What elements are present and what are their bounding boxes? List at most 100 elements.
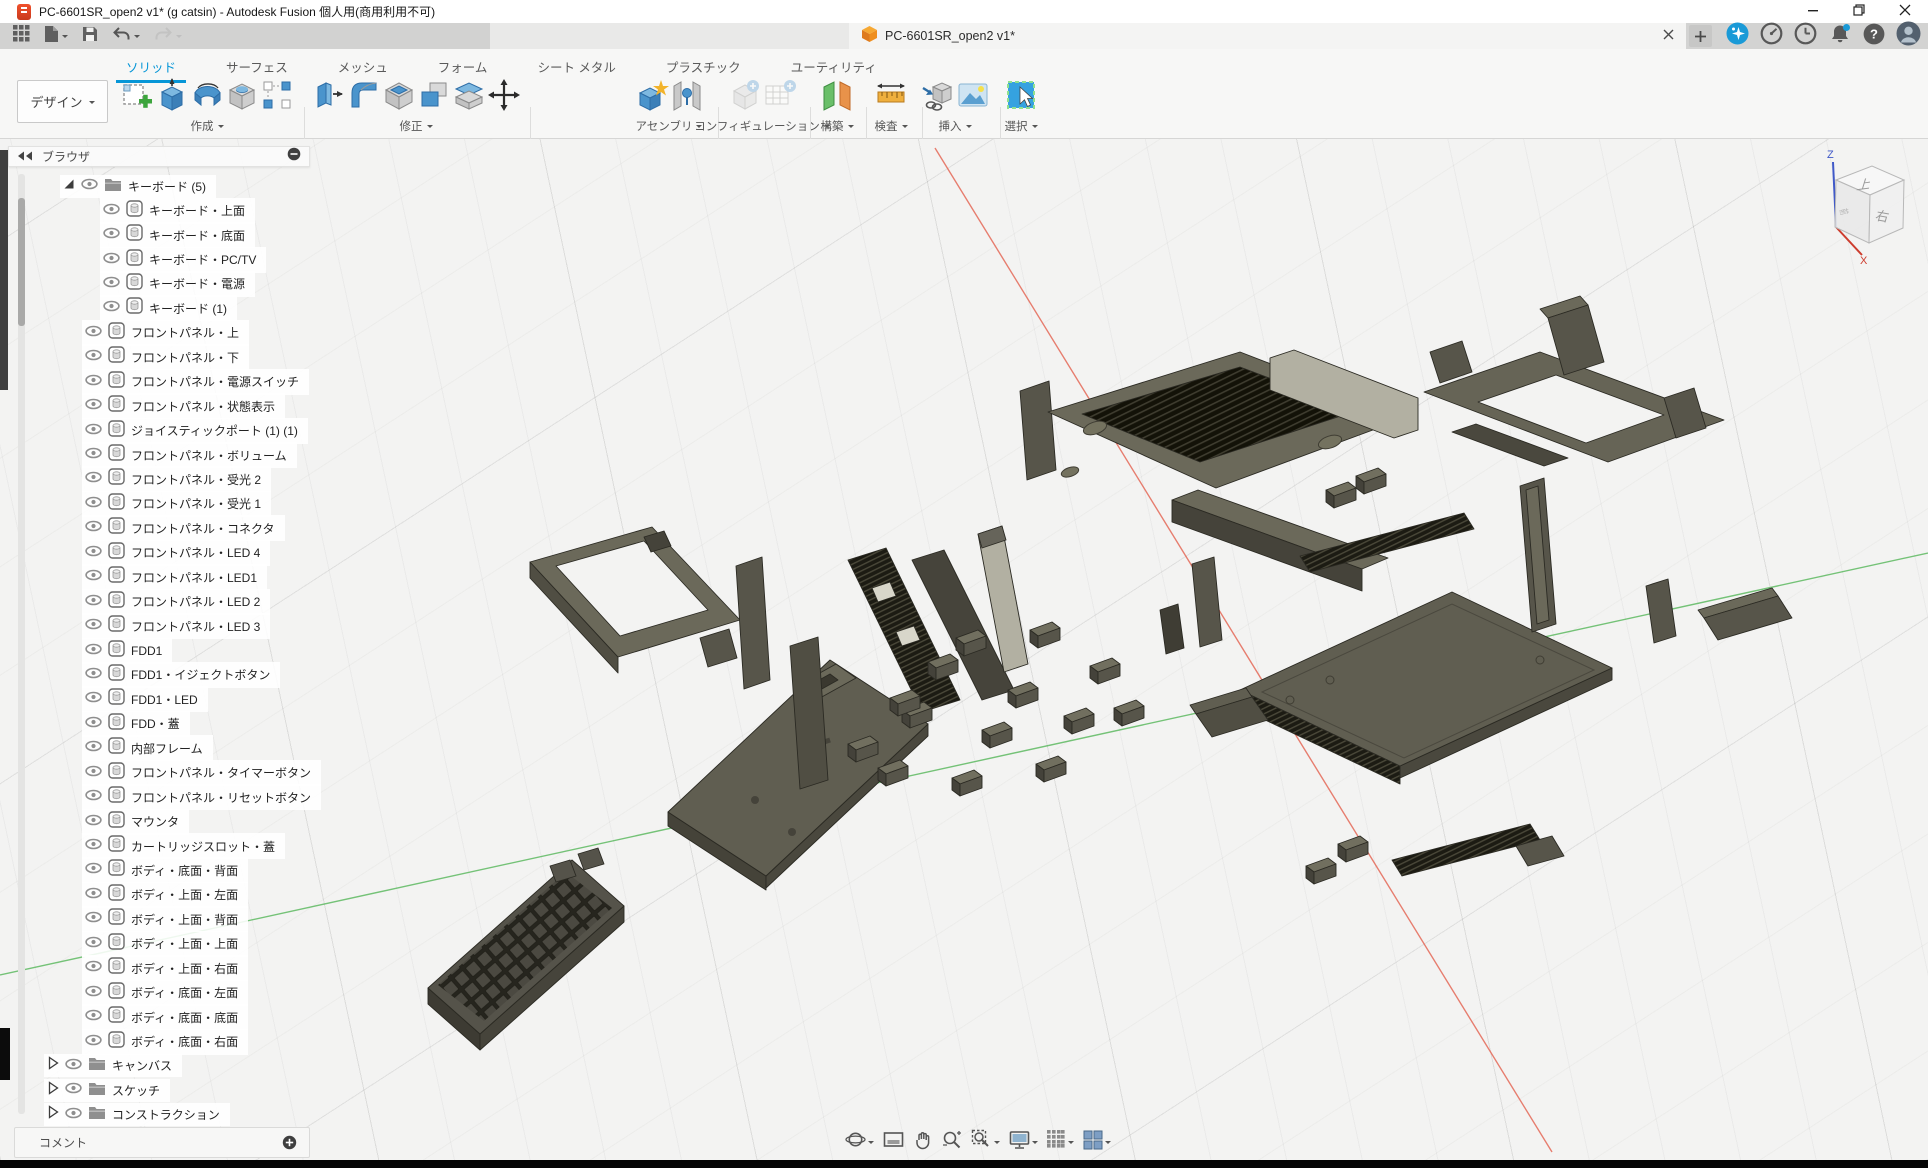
visibility-eye-icon[interactable]: [85, 373, 102, 391]
visibility-eye-icon[interactable]: [85, 495, 102, 513]
browser-item-label[interactable]: フロントパネル・LED1: [131, 569, 257, 586]
collapse-chevrons-icon[interactable]: [17, 148, 33, 166]
browser-item-label[interactable]: ボディ・上面・背面: [131, 911, 238, 928]
browser-item-folder[interactable]: コンストラクション: [0, 1103, 430, 1127]
browser-item-label[interactable]: フロントパネル・下: [131, 349, 239, 366]
file-menu-button[interactable]: [39, 22, 73, 51]
browser-item-label[interactable]: FDD1・イジェクトボタン: [131, 666, 270, 683]
add-comment-button[interactable]: [282, 1135, 297, 1150]
collapsed-arrow-icon[interactable]: [47, 1081, 59, 1100]
profile-avatar[interactable]: [1896, 21, 1921, 51]
browser-item-body[interactable]: 内部フレーム: [0, 736, 430, 760]
config-table-button[interactable]: [763, 78, 797, 117]
browser-item-label[interactable]: フロントパネル・コネクタ: [131, 520, 275, 537]
browser-item-label[interactable]: キーボード・PC/TV: [149, 251, 256, 268]
visibility-eye-icon[interactable]: [85, 617, 102, 635]
browser-item-label[interactable]: ボディ・底面・左面: [131, 984, 238, 1001]
group-dropdown[interactable]: 挿入: [918, 118, 992, 134]
browser-item-label[interactable]: フロントパネル・リセットボタン: [131, 789, 311, 806]
browser-item-body[interactable]: フロントパネル・コネクタ: [0, 516, 430, 540]
visibility-eye-icon[interactable]: [85, 739, 102, 757]
visibility-eye-icon[interactable]: [65, 1106, 82, 1124]
browser-item-label[interactable]: キーボード (1): [149, 300, 227, 317]
browser-item-body[interactable]: フロントパネル・LED1: [0, 565, 430, 589]
browser-item-folder[interactable]: スケッチ: [0, 1078, 430, 1102]
browser-item-body[interactable]: キーボード・底面: [0, 223, 430, 247]
browser-item-body[interactable]: フロントパネル・上: [0, 321, 430, 345]
browser-item-label[interactable]: キーボード・電源: [149, 275, 245, 292]
expanded-arrow-icon[interactable]: [63, 177, 75, 195]
visibility-eye-icon[interactable]: [85, 813, 102, 831]
browser-item-label[interactable]: FDD・蓋: [131, 715, 180, 732]
browser-item-body[interactable]: フロントパネル・LED 4: [0, 541, 430, 565]
group-dropdown[interactable]: 修正: [310, 118, 522, 134]
document-tab[interactable]: PC-6601SR_open2 v1*: [849, 23, 1686, 49]
browser-item-label[interactable]: フロントパネル・電源スイッチ: [131, 373, 299, 390]
browser-item-body[interactable]: ボディ・上面・背面: [0, 907, 430, 931]
browser-item-body[interactable]: ボディ・上面・右面: [0, 956, 430, 980]
browser-item-body[interactable]: キーボード・PC/TV: [0, 247, 430, 271]
browser-item-label[interactable]: フロントパネル・LED 3: [131, 618, 260, 635]
look-at-button[interactable]: [883, 1131, 904, 1154]
visibility-eye-icon[interactable]: [85, 764, 102, 782]
browser-item-body[interactable]: FDD1・LED: [0, 687, 430, 711]
app-launcher-button[interactable]: [8, 22, 35, 50]
browser-item-label[interactable]: ボディ・上面・右面: [131, 960, 238, 977]
viewports-button[interactable]: [1083, 1130, 1111, 1155]
collapsed-arrow-icon[interactable]: [47, 1056, 59, 1075]
visibility-eye-icon[interactable]: [85, 1008, 102, 1026]
create-sketch-button[interactable]: [120, 78, 154, 117]
browser-item-body[interactable]: FDD1・イジェクトボタン: [0, 663, 430, 687]
visibility-eye-icon[interactable]: [85, 935, 102, 953]
visibility-eye-icon[interactable]: [85, 568, 102, 586]
visibility-eye-icon[interactable]: [103, 251, 120, 269]
visibility-eye-icon[interactable]: [85, 837, 102, 855]
visibility-eye-icon[interactable]: [85, 544, 102, 562]
visibility-eye-icon[interactable]: [65, 1081, 82, 1099]
group-dropdown[interactable]: コンフィギュレーション: [722, 118, 802, 134]
browser-item-body[interactable]: ボディ・上面・上面: [0, 932, 430, 956]
browser-item-label[interactable]: FDD1・LED: [131, 691, 198, 708]
browser-item-body[interactable]: ジョイスティックポート (1) (1): [0, 418, 430, 442]
close-button[interactable]: [1882, 0, 1928, 23]
browser-item-label[interactable]: フロントパネル・LED 4: [131, 544, 260, 561]
browser-item-body[interactable]: フロントパネル・受光 1: [0, 492, 430, 516]
browser-item-body[interactable]: フロントパネル・LED 2: [0, 589, 430, 613]
pattern-button[interactable]: [260, 78, 294, 117]
visibility-eye-icon[interactable]: [65, 1057, 82, 1075]
visibility-eye-icon[interactable]: [103, 226, 120, 244]
restore-button[interactable]: [1836, 0, 1882, 23]
help-button[interactable]: ?: [1863, 23, 1885, 50]
visibility-eye-icon[interactable]: [81, 177, 98, 195]
zoom-button[interactable]: [942, 1130, 962, 1155]
visibility-eye-icon[interactable]: [85, 397, 102, 415]
browser-item-label[interactable]: フロントパネル・ボリューム: [131, 447, 287, 464]
ribbon-tab-5[interactable]: シート メタル: [527, 53, 625, 82]
browser-item-body[interactable]: フロントパネル・ボリューム: [0, 443, 430, 467]
browser-item-body[interactable]: ボディ・底面・左面: [0, 980, 430, 1004]
browser-item-label[interactable]: 内部フレーム: [131, 740, 203, 757]
comments-bar[interactable]: コメント: [14, 1127, 310, 1158]
visibility-eye-icon[interactable]: [85, 861, 102, 879]
browser-item-assembly[interactable]: キーボード (5): [0, 174, 430, 198]
group-dropdown[interactable]: 作成: [118, 118, 296, 134]
visibility-eye-icon[interactable]: [85, 593, 102, 611]
visibility-eye-icon[interactable]: [85, 324, 102, 342]
combine-button[interactable]: [417, 78, 451, 117]
browser-item-body[interactable]: フロントパネル・LED 3: [0, 614, 430, 638]
hole-button[interactable]: [225, 78, 259, 117]
undo-button[interactable]: [107, 23, 145, 49]
browser-item-label[interactable]: カートリッジスロット・蓋: [131, 838, 275, 855]
browser-item-body[interactable]: フロントパネル・タイマーボタン: [0, 761, 430, 785]
browser-item-label[interactable]: ボディ・底面・右面: [131, 1033, 238, 1050]
notifications-button[interactable]: [1828, 22, 1852, 51]
visibility-eye-icon[interactable]: [85, 519, 102, 537]
browser-item-label[interactable]: フロントパネル・受光 1: [131, 495, 261, 512]
browser-item-body[interactable]: フロントパネル・電源スイッチ: [0, 370, 430, 394]
browser-scrollbar-thumb[interactable]: [18, 198, 25, 326]
insert-derive-button[interactable]: [921, 78, 955, 117]
browser-item-body[interactable]: キーボード・上面: [0, 198, 430, 222]
save-button[interactable]: [77, 23, 103, 50]
group-dropdown[interactable]: 検査: [868, 118, 914, 134]
browser-item-body[interactable]: フロントパネル・状態表示: [0, 394, 430, 418]
